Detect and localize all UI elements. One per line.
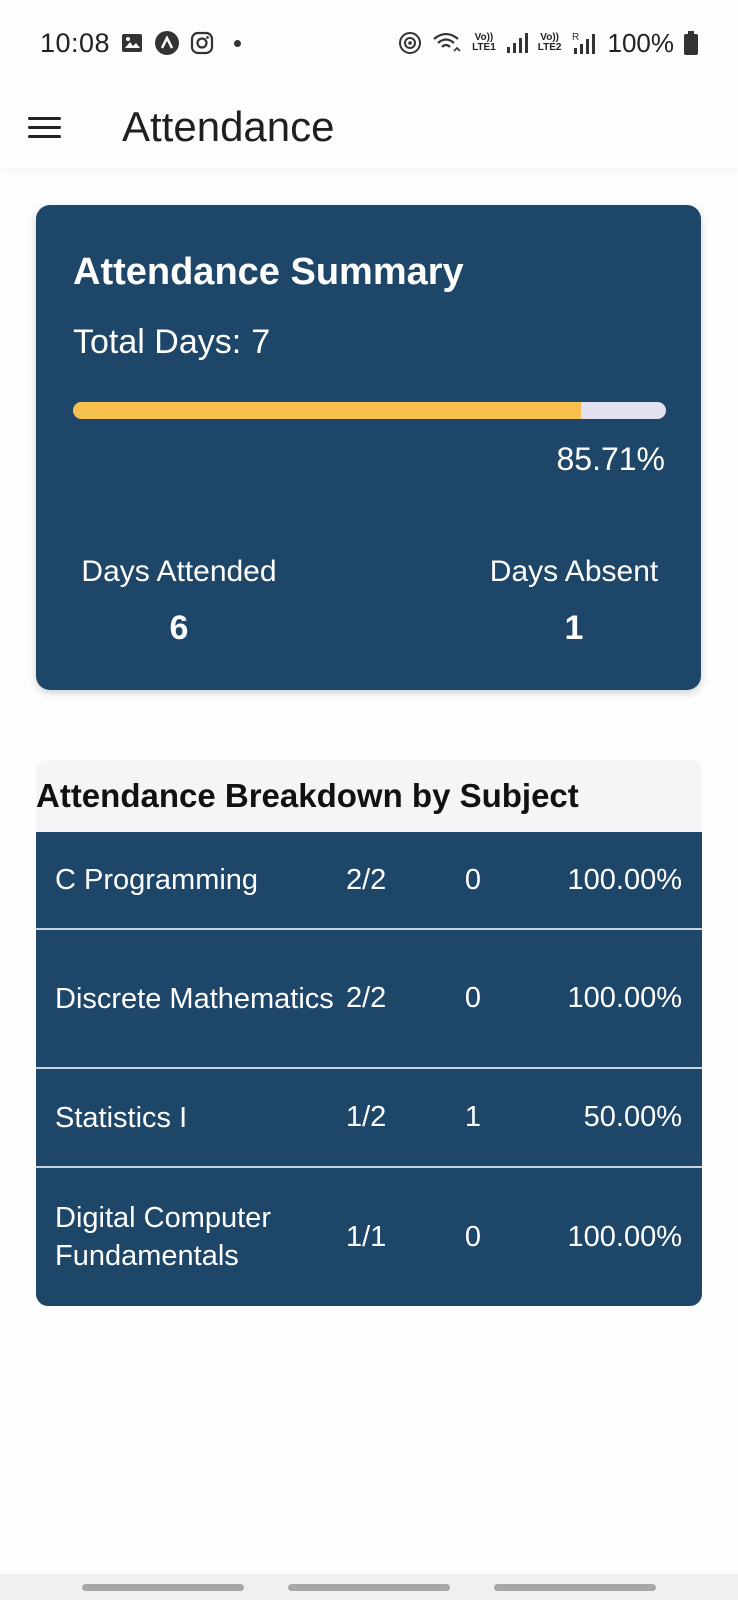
screen: 10:08 Vo)) LTE1 Vo)) LTE2 R 100% Attenda… [0, 0, 738, 1600]
app-notification-icon [154, 30, 180, 56]
app-bar: Attendance [0, 86, 738, 168]
network-label-sim1: Vo)) LTE1 [472, 33, 496, 53]
subject-name: Discrete Mathematics [55, 982, 334, 1015]
subject-attended-ratio: 1/2 [346, 1101, 387, 1133]
nav-back-button[interactable] [494, 1583, 656, 1591]
subject-attended-ratio: 1/1 [346, 1220, 387, 1253]
subject-attended-ratio: 2/2 [346, 863, 387, 896]
days-absent-value: 1 [564, 609, 584, 647]
subject-percent: 100.00% [567, 1220, 683, 1253]
days-attended-stat: Days Attended 6 [73, 555, 285, 648]
signal-icon-sim1 [506, 32, 528, 54]
subject-name: Statistics I [55, 1101, 188, 1134]
status-right: Vo)) LTE1 Vo)) LTE2 R 100% [398, 28, 698, 59]
signal-icon-sim2: R [572, 31, 598, 55]
subject-breakdown: Attendance Breakdown by Subject C Progra… [36, 760, 702, 1306]
lte-label: LTE2 [537, 42, 562, 53]
battery-percent: 100% [607, 27, 675, 58]
subject-name: C Programming [55, 864, 259, 896]
nav-recents-button[interactable] [82, 1583, 244, 1591]
wifi-icon [432, 31, 462, 55]
subject-absent-count: 0 [464, 982, 482, 1014]
hamburger-menu-icon[interactable] [28, 107, 68, 147]
subject-percent: 100.00% [567, 863, 683, 896]
nav-home-button[interactable] [288, 1583, 450, 1591]
days-absent-stat: Days Absent 1 [483, 555, 665, 648]
battery-icon [684, 31, 698, 55]
subject-percent: 50.00% [583, 1101, 682, 1133]
subject-percent: 100.00% [567, 982, 683, 1014]
breakdown-header: Attendance Breakdown by Subject [36, 760, 702, 832]
table-row[interactable]: C Programming 2/2 0 100.00% [36, 832, 702, 930]
subject-absent-count: 1 [464, 1101, 482, 1133]
subject-table: C Programming 2/2 0 100.00% Discrete Mat… [36, 832, 702, 1306]
hotspot-icon [398, 31, 422, 55]
page-title: Attendance [122, 103, 335, 150]
network-label-sim2: Vo)) LTE2 [538, 33, 562, 53]
total-days-value: 7 [251, 323, 271, 361]
subject-absent-count: 0 [464, 1220, 482, 1253]
total-days-label: Total Days: [73, 323, 242, 361]
days-attended-label: Days Attended [81, 555, 277, 588]
attendance-summary-card: Attendance Summary Total Days: 7 85.71% … [36, 205, 701, 690]
summary-title: Attendance Summary [73, 251, 464, 293]
subject-attended-ratio: 2/2 [346, 982, 387, 1014]
subject-absent-count: 0 [464, 863, 482, 896]
attendance-progress-fill [73, 402, 582, 419]
attendance-percent: 85.71% [556, 441, 665, 477]
table-row[interactable]: Discrete Mathematics 2/2 0 100.00% [36, 930, 702, 1069]
lte-label: LTE1 [472, 42, 496, 53]
system-navigation-bar [0, 1574, 738, 1600]
status-left: 10:08 [40, 27, 242, 59]
total-days: Total Days: 7 [73, 323, 270, 362]
attendance-progress-bar [73, 402, 666, 419]
subject-name: Digital Computer Fundamentals [55, 1202, 271, 1272]
roaming-label: R [572, 32, 579, 43]
instagram-icon [190, 31, 214, 55]
status-time: 10:08 [40, 27, 111, 58]
days-absent-label: Days Absent [489, 555, 659, 588]
gallery-icon [120, 31, 144, 55]
table-row[interactable]: Digital Computer Fundamentals 1/1 0 100.… [36, 1168, 702, 1306]
more-notifications-dot-icon [234, 39, 242, 47]
table-row[interactable]: Statistics I 1/2 1 50.00% [36, 1069, 702, 1168]
status-bar: 10:08 Vo)) LTE1 Vo)) LTE2 R 100% [0, 0, 738, 86]
breakdown-title: Attendance Breakdown by Subject [36, 777, 579, 814]
days-attended-value: 6 [169, 609, 189, 647]
